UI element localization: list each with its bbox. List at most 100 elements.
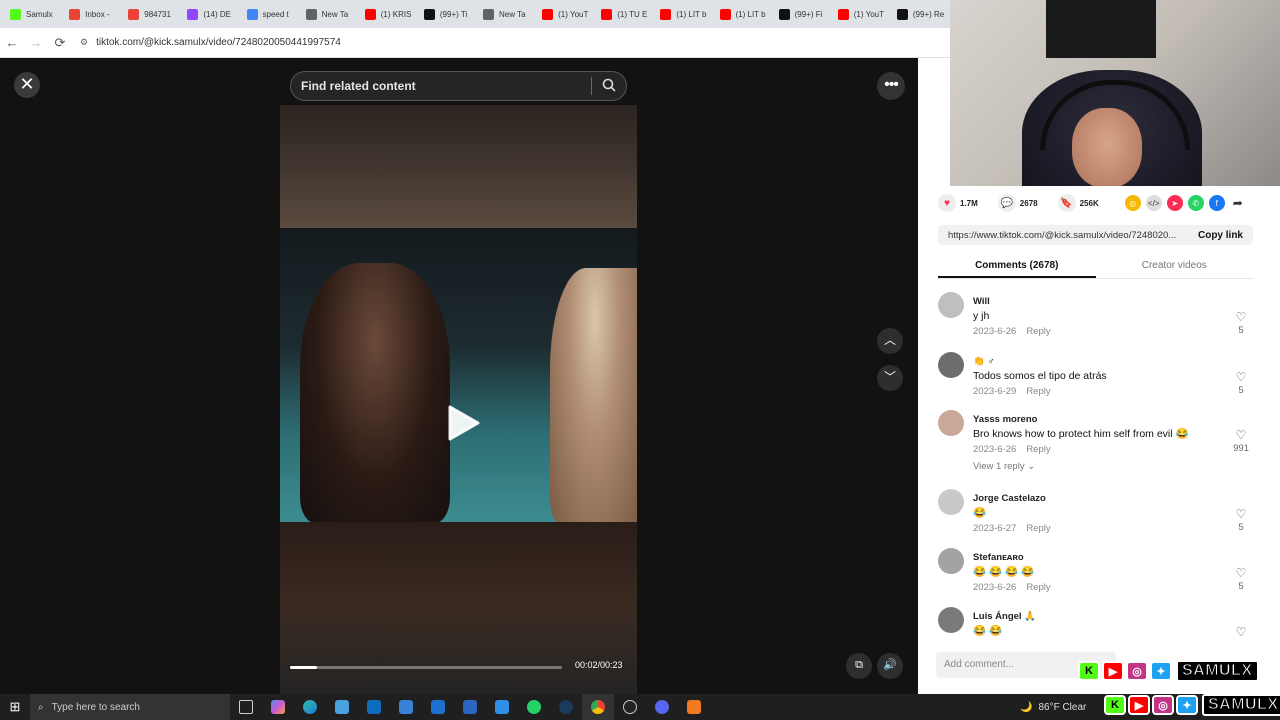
tab-creator-videos[interactable]: Creator videos [1096, 256, 1254, 278]
steam-icon[interactable] [550, 694, 582, 720]
weather-widget[interactable]: 🌙 86°F Clear [1020, 694, 1086, 720]
browser-tab[interactable]: (1) TU E [597, 3, 654, 25]
browser-tab[interactable]: Inbox - [65, 3, 122, 25]
avatar[interactable] [938, 292, 964, 318]
browser-tab[interactable]: (99+) Fi [775, 3, 832, 25]
browser-tab[interactable]: Samulx [6, 3, 63, 25]
windows-start-icon[interactable]: ⊞ [0, 699, 30, 715]
forward-icon[interactable]: → [24, 35, 48, 50]
photos-icon[interactable] [486, 694, 518, 720]
comment-body: Luis Ángel 🙏 😂 😂 [973, 607, 1258, 637]
app-icon[interactable] [326, 694, 358, 720]
close-button[interactable]: ✕ [14, 72, 40, 98]
browser-tab-label: Inbox - [85, 9, 110, 19]
comment-username[interactable]: Will [973, 296, 1258, 308]
reload-icon[interactable]: ⟳ [48, 35, 72, 51]
comment-text: 😂 😂 😂 😂 [973, 566, 1035, 578]
comment-date: 2023-6-29 [973, 386, 1017, 397]
heart-icon: ♡ [1235, 370, 1247, 384]
browser-tab[interactable]: 984731 [124, 3, 181, 25]
avatar[interactable] [938, 548, 964, 574]
video-player[interactable]: 00:02/00:23 [280, 105, 637, 694]
share-arrow-icon[interactable]: ➦ [1230, 195, 1246, 211]
search-input[interactable]: Find related content [301, 79, 591, 93]
avatar[interactable] [938, 352, 964, 378]
outlook-icon[interactable] [358, 694, 390, 720]
kick-icon: K [1078, 661, 1100, 681]
store-icon[interactable] [390, 694, 422, 720]
like-button[interactable]: ♥ 1.7M [938, 194, 978, 212]
copilot-icon[interactable] [262, 694, 294, 720]
video-progress-bar[interactable] [290, 666, 562, 669]
whatsapp-icon[interactable] [518, 694, 550, 720]
comment-username[interactable]: Stefanᴇᴀʀᴏ [973, 552, 1258, 564]
comment-like-button[interactable]: ♡ 991 [1232, 428, 1250, 454]
youtube-icon [542, 8, 554, 20]
file-explorer-icon[interactable] [422, 694, 454, 720]
comment-like-button[interactable]: ♡ 5 [1232, 310, 1250, 336]
tiktok-icon [423, 8, 435, 20]
discord-icon[interactable] [646, 694, 678, 720]
chrome-icon[interactable] [582, 694, 614, 720]
embed-icon[interactable]: </> [1145, 195, 1162, 211]
more-options-icon[interactable]: ••• [877, 72, 905, 100]
comment-button[interactable]: 💬 2678 [997, 194, 1038, 212]
comment-like-button[interactable]: ♡ 5 [1232, 566, 1250, 592]
search-icon[interactable] [592, 78, 626, 95]
facebook-icon[interactable]: f [1208, 195, 1225, 211]
browser-tab[interactable]: (1) YouT [538, 3, 595, 25]
send-icon[interactable]: ➤ [1166, 195, 1183, 211]
like-count: 1.7M [960, 198, 978, 208]
browser-tab[interactable]: (99+) Re [893, 3, 950, 25]
browser-tab[interactable]: New Ta [479, 3, 536, 25]
browser-tab[interactable]: (1) YouT [834, 3, 891, 25]
chevron-up-icon[interactable]: ︿ [877, 328, 903, 354]
reply-button[interactable]: Reply [1026, 523, 1050, 534]
pip-icon[interactable]: ⧉ [846, 653, 872, 679]
volume-icon[interactable]: 🔊 [877, 653, 903, 679]
reply-button[interactable]: Reply [1026, 386, 1050, 397]
view-replies-button[interactable]: View 1 reply ⌄ [973, 461, 1258, 472]
browser-tab[interactable]: (1) LIT b [716, 3, 773, 25]
browser-tab[interactable]: (99+) Ti [420, 3, 477, 25]
app-orange-icon[interactable] [678, 694, 710, 720]
chevron-down-icon[interactable]: ﹀ [877, 365, 903, 391]
browser-tab[interactable]: New Ta [302, 3, 359, 25]
browser-tab[interactable]: (14) DE [183, 3, 240, 25]
reply-button[interactable]: Reply [1026, 444, 1050, 455]
browser-tab[interactable]: (1) KRIS [361, 3, 418, 25]
tab-comments[interactable]: Comments (2678) [938, 256, 1096, 278]
share-link-url[interactable]: https://www.tiktok.com/@kick.samulx/vide… [948, 230, 1190, 241]
copy-link-button[interactable]: Copy link [1198, 230, 1243, 241]
browser-tab[interactable]: speed t [243, 3, 300, 25]
coin-share-icon[interactable]: ◎ [1124, 195, 1141, 211]
comment-username[interactable]: Luis Ángel 🙏 [973, 611, 1258, 623]
comment-username[interactable]: Yasss moreno [973, 414, 1258, 426]
comment-like-button[interactable]: ♡ 5 [1232, 370, 1250, 396]
task-view-icon[interactable] [230, 694, 262, 720]
browser-tab[interactable]: (1) LIT b [656, 3, 713, 25]
browser-tab-label: (1) YouT [853, 9, 884, 19]
save-button[interactable]: 🔖 256K [1057, 194, 1099, 212]
avatar[interactable] [938, 489, 964, 515]
reply-button[interactable]: Reply [1026, 326, 1050, 337]
tiktok-icon [778, 8, 790, 20]
play-icon[interactable] [442, 403, 482, 443]
site-info-icon[interactable]: ⚙ [80, 37, 88, 48]
avatar[interactable] [938, 410, 964, 436]
avatar[interactable] [938, 607, 964, 633]
whatsapp-icon[interactable]: ✆ [1187, 195, 1204, 211]
mail-icon[interactable] [454, 694, 486, 720]
comment-username[interactable]: Jorge Castelazo [973, 493, 1258, 505]
url-field[interactable]: ⚙ tiktok.com/@kick.samulx/video/72480200… [80, 37, 341, 48]
comment-username[interactable]: 👏 ♂ [973, 356, 1258, 368]
back-icon[interactable]: ← [0, 35, 24, 50]
obs-icon[interactable] [614, 694, 646, 720]
edge-icon[interactable] [294, 694, 326, 720]
reply-button[interactable]: Reply [1026, 582, 1050, 593]
comment-like-button[interactable]: ♡ [1232, 625, 1250, 637]
comment-like-button[interactable]: ♡ 5 [1232, 507, 1250, 533]
taskbar-search[interactable]: ⌕ Type here to search [30, 694, 230, 720]
twitch-icon [187, 8, 199, 20]
related-search-bar[interactable]: Find related content [290, 71, 627, 101]
